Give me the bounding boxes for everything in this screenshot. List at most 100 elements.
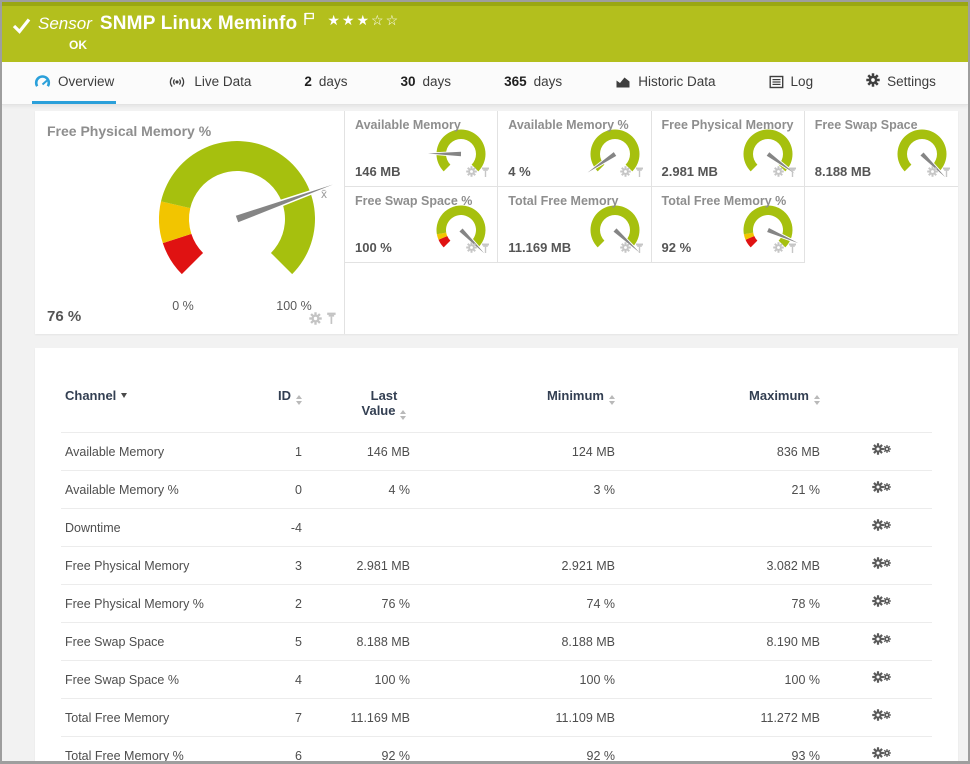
gauge-value: 4 % xyxy=(508,164,531,179)
tab-label: Historic Data xyxy=(638,74,716,89)
pin-icon[interactable] xyxy=(788,240,797,258)
gauge-settings-icon[interactable] xyxy=(772,164,784,182)
gear-icon xyxy=(883,558,891,567)
pin-icon[interactable] xyxy=(635,240,644,258)
channel-settings-icon[interactable] xyxy=(872,746,892,762)
gear-icon xyxy=(883,596,891,605)
gauge-settings-icon[interactable] xyxy=(619,240,631,258)
gear-icon xyxy=(883,444,891,453)
column-header-maximum[interactable]: Maximum xyxy=(619,386,824,433)
main-gauge-tile: Free Physical Memory % 0 % 100 % x̄ 76 % xyxy=(35,111,345,334)
cell-last-value: 8.188 MB xyxy=(306,622,414,661)
gauge-settings-icon xyxy=(927,166,938,177)
tab-30-days[interactable]: 30 days xyxy=(399,62,454,104)
pin-icon xyxy=(635,243,643,253)
pin-icon xyxy=(327,313,336,325)
tab-historic-data[interactable]: Historic Data xyxy=(613,62,717,104)
channel-settings-icon[interactable] xyxy=(872,594,892,610)
column-header-label: Last Value xyxy=(361,388,398,418)
channel-row[interactable]: Free Physical Memory % 2 76 % 74 % 78 % xyxy=(61,584,932,623)
sort-icon xyxy=(814,395,820,405)
gauge-tile-total-free-memory: Total Free Memory % 92 % xyxy=(651,187,805,263)
gauge-settings-icon[interactable] xyxy=(466,164,478,182)
gear-icon xyxy=(883,748,891,757)
gauge-max-label: 100 % xyxy=(276,299,312,313)
cell-id: 2 xyxy=(251,584,306,623)
pin-icon xyxy=(943,167,950,177)
cell-minimum: 11.109 MB xyxy=(414,698,619,737)
tab-overview[interactable]: Overview xyxy=(32,62,117,104)
cell-id: 0 xyxy=(251,470,306,509)
gauge-title: Free Physical Memory xyxy=(661,118,794,132)
cell-actions xyxy=(824,584,932,623)
column-header-actions[interactable] xyxy=(824,386,932,433)
pin-icon[interactable] xyxy=(942,164,951,182)
channel-row[interactable]: Total Free Memory % 6 92 % 92 % 93 % xyxy=(61,736,932,762)
cell-last-value: 4 % xyxy=(306,470,414,509)
pin-icon xyxy=(482,167,490,177)
cell-minimum: 3 % xyxy=(414,470,619,509)
channel-settings-icon[interactable] xyxy=(872,708,892,724)
channel-settings-icon[interactable] xyxy=(872,442,892,458)
channel-row[interactable]: Free Physical Memory 3 2.981 MB 2.921 MB 3.0… xyxy=(61,546,932,585)
tab-365-days[interactable]: 365 days xyxy=(502,62,564,104)
channel-table-panel: Channel ID Last Value Minimum Maximum Availa… xyxy=(35,348,958,762)
channel-settings-icon[interactable] xyxy=(872,556,892,572)
channel-settings-icon[interactable] xyxy=(872,480,892,496)
pin-icon[interactable] xyxy=(326,312,337,330)
sort-icon xyxy=(296,395,302,405)
tab-settings[interactable]: Settings xyxy=(864,62,938,104)
gauge-settings-icon xyxy=(772,166,784,177)
column-header-label: Minimum xyxy=(546,388,604,403)
tab-number: 2 xyxy=(304,74,312,89)
tab-label: Log xyxy=(790,74,814,89)
pin-icon[interactable] xyxy=(635,164,644,182)
gauge-settings-icon[interactable] xyxy=(466,240,478,258)
column-header-id[interactable]: ID xyxy=(251,386,306,433)
average-marker: x̄ xyxy=(321,187,327,201)
cell-last-value: 100 % xyxy=(306,660,414,699)
channel-settings-icon[interactable] xyxy=(872,632,892,648)
cell-maximum: 836 MB xyxy=(619,432,824,471)
cell-actions xyxy=(824,736,932,762)
tab-live-data[interactable]: Live Data xyxy=(165,62,253,104)
gauge-settings-icon[interactable] xyxy=(927,164,938,182)
gauge-settings-icon[interactable] xyxy=(619,164,631,182)
gear-icon xyxy=(883,634,891,643)
column-header-channel[interactable]: Channel xyxy=(61,386,251,433)
pin-icon[interactable] xyxy=(481,164,490,182)
channel-row[interactable]: Available Memory 1 146 MB 124 MB 836 MB xyxy=(61,432,932,471)
priority-stars[interactable]: ★★★☆☆ xyxy=(327,12,400,29)
cell-minimum xyxy=(414,508,619,547)
channel-row[interactable]: Total Free Memory 7 11.169 MB 11.109 MB 11.2… xyxy=(61,698,932,737)
channel-row[interactable]: Free Swap Space 5 8.188 MB 8.188 MB 8.190 MB xyxy=(61,622,932,661)
channel-row[interactable]: Free Swap Space % 4 100 % 100 % 100 % xyxy=(61,660,932,699)
column-header-last-value[interactable]: Last Value xyxy=(306,386,414,433)
empty-tile xyxy=(805,187,958,263)
sensor-status-text: OK xyxy=(69,38,87,52)
cell-maximum: 100 % xyxy=(619,660,824,699)
gauge-settings-icon[interactable] xyxy=(772,240,784,258)
cell-minimum: 2.921 MB xyxy=(414,546,619,585)
flag-icon[interactable] xyxy=(303,12,315,26)
gauge-settings-icon[interactable] xyxy=(309,312,322,330)
cell-id: -4 xyxy=(251,508,306,547)
tab-label: Overview xyxy=(58,74,115,89)
pin-icon[interactable] xyxy=(481,240,490,258)
tab-log[interactable]: Log xyxy=(767,62,816,104)
gear-icon xyxy=(883,520,891,529)
channel-settings-icon[interactable] xyxy=(872,670,892,686)
channel-row[interactable]: Downtime -4 xyxy=(61,508,932,547)
cell-actions xyxy=(824,546,932,585)
gauge-value: 92 % xyxy=(661,240,692,255)
tab-2-days[interactable]: 2 days xyxy=(302,62,349,104)
chart-icon xyxy=(616,77,630,87)
channel-row[interactable]: Available Memory % 0 4 % 3 % 21 % xyxy=(61,470,932,509)
channel-settings-icon[interactable] xyxy=(872,518,892,534)
cell-maximum: 78 % xyxy=(619,584,824,623)
pin-icon[interactable] xyxy=(788,164,797,182)
gauge-value: 11.169 MB xyxy=(508,240,572,255)
column-header-minimum[interactable]: Minimum xyxy=(414,386,619,433)
cell-actions xyxy=(824,508,932,547)
gauge-title: Free Swap Space % xyxy=(355,194,473,208)
